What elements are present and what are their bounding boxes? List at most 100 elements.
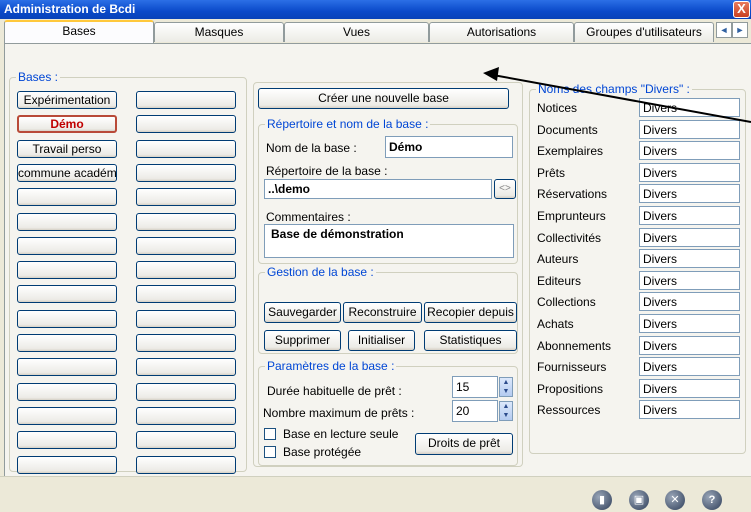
base-slot-left-13[interactable] [17, 382, 117, 401]
champ-input-14[interactable]: Divers [639, 378, 740, 398]
champ-input-11[interactable]: Divers [639, 314, 740, 333]
champ-label-14: Propositions [537, 381, 604, 396]
champs-divers-legend: Noms des champs "Divers" : [536, 82, 692, 96]
save-icon[interactable]: ▣ [629, 490, 649, 510]
duree-pret-spinner[interactable]: ▲ ▼ [499, 377, 513, 397]
book-icon[interactable]: ▮ [592, 490, 612, 510]
close-circle-icon[interactable]: ✕ [665, 490, 685, 510]
tab-masques[interactable]: Masques [154, 22, 284, 42]
tab-scroll-right-icon[interactable]: ► [732, 22, 748, 38]
help-icon[interactable]: ? [702, 490, 722, 510]
protegee-checkbox[interactable] [264, 446, 276, 458]
champ-input-3[interactable]: Divers [639, 141, 740, 161]
champ-label-2: Documents [537, 122, 598, 137]
base-slot-left-7[interactable] [17, 236, 117, 255]
browse-repertoire-button[interactable]: <> [494, 179, 516, 199]
droits-pret-button[interactable]: Droits de prêt [415, 433, 513, 455]
champ-input-8[interactable]: Divers [639, 249, 740, 269]
base-slot-right-4[interactable] [136, 163, 236, 182]
base-slot-right-10[interactable] [136, 309, 236, 328]
base-slot-right-6[interactable] [136, 212, 236, 231]
base-slot-right-8[interactable] [136, 261, 236, 280]
duree-pret-label: Durée habituelle de prêt : [267, 384, 402, 398]
recopier-depuis-button[interactable]: Recopier depuis [424, 302, 517, 323]
base-slot-right-16[interactable] [136, 455, 236, 474]
repertoire-legend: Répertoire et nom de la base : [265, 117, 431, 131]
champ-label-8: Auteurs [537, 252, 579, 267]
champ-input-9[interactable]: Divers [639, 270, 740, 290]
base-slot-left-6[interactable] [17, 212, 117, 231]
base-slot-left-2[interactable]: Démo [17, 115, 117, 134]
initialiser-button[interactable]: Initialiser [348, 330, 415, 351]
champ-label-1: Notices [537, 101, 578, 115]
base-slot-right-9[interactable] [136, 285, 236, 304]
parametres-legend: Paramètres de la base : [265, 359, 397, 373]
base-slot-right-15[interactable] [136, 431, 236, 450]
base-slot-right-2[interactable] [136, 115, 236, 134]
champ-input-5[interactable]: Divers [639, 184, 740, 204]
tab-vues[interactable]: Vues [284, 22, 429, 42]
champ-input-4[interactable]: Divers [639, 162, 740, 182]
champ-label-3: Exemplaires [537, 144, 604, 159]
base-slot-left-15[interactable] [17, 431, 117, 450]
tab-scroll-left-icon[interactable]: ◄ [716, 22, 732, 38]
base-slot-left-5[interactable] [17, 188, 117, 207]
base-slot-left-9[interactable] [17, 285, 117, 304]
commentaires-textarea[interactable]: Base de démonstration [264, 224, 514, 258]
repertoire-base-input[interactable]: ..\demo [264, 179, 492, 199]
champ-input-2[interactable]: Divers [639, 119, 740, 139]
base-slot-right-7[interactable] [136, 236, 236, 255]
base-slot-left-10[interactable] [17, 309, 117, 328]
reconstruire-button[interactable]: Reconstruire [343, 302, 422, 323]
champ-input-10[interactable]: Divers [639, 292, 740, 312]
champ-input-7[interactable]: Divers [639, 227, 740, 247]
close-window-button[interactable]: X [733, 1, 750, 18]
champ-input-15[interactable]: Divers [639, 400, 740, 420]
sauvegarder-button[interactable]: Sauvegarder [264, 302, 341, 323]
champ-label-6: Emprunteurs [537, 209, 606, 223]
base-slot-right-12[interactable] [136, 358, 236, 377]
tab-autorisations[interactable]: Autorisations [429, 22, 574, 42]
tab-bases[interactable]: Bases [4, 20, 154, 43]
statusbar: ▮ ▣ ✕? [0, 476, 751, 512]
champ-input-1[interactable]: Divers [639, 98, 740, 117]
base-slot-left-1[interactable]: Expérimentation [17, 91, 117, 109]
tab-content-bases: Bases : Créer une nouvelle base Répertoi… [4, 43, 751, 476]
supprimer-button[interactable]: Supprimer [264, 330, 341, 351]
nombre-max-prets-spinner[interactable]: ▲ ▼ [499, 401, 513, 421]
base-slot-right-1[interactable] [136, 91, 236, 109]
base-slot-left-12[interactable] [17, 358, 117, 377]
duree-pret-input[interactable]: 15 [452, 376, 498, 398]
base-slot-left-16[interactable] [17, 455, 117, 474]
champ-label-7: Collectivités [537, 230, 602, 245]
champ-input-12[interactable]: Divers [639, 335, 740, 355]
base-slot-left-11[interactable] [17, 334, 117, 352]
base-slot-right-5[interactable] [136, 188, 236, 207]
champ-label-12: Abonnements [537, 338, 612, 353]
nombre-max-prets-input[interactable]: 20 [452, 400, 498, 422]
window-title: Administration de Bcdi [4, 2, 136, 16]
champ-label-4: Prêts [537, 165, 566, 180]
champ-label-15: Ressources [537, 403, 601, 418]
base-slot-right-14[interactable] [136, 406, 236, 425]
base-slot-right-11[interactable] [136, 334, 236, 352]
champ-input-13[interactable]: Divers [639, 357, 740, 377]
lecture-seule-checkbox[interactable] [264, 428, 276, 440]
commentaires-label: Commentaires : [266, 210, 351, 224]
nom-base-input[interactable]: Démo [385, 136, 513, 158]
statistiques-button[interactable]: Statistiques [424, 330, 517, 351]
champ-label-11: Achats [537, 317, 574, 331]
nombre-max-prets-label: Nombre maximum de prêts : [263, 406, 415, 420]
repertoire-base-label: Répertoire de la base : [266, 164, 388, 178]
bases-legend: Bases : [16, 70, 61, 84]
champ-label-10: Collections [537, 295, 596, 310]
base-slot-right-3[interactable] [136, 139, 236, 158]
base-slot-left-14[interactable] [17, 406, 117, 425]
base-slot-right-13[interactable] [136, 382, 236, 401]
base-slot-left-4[interactable]: commune académ [17, 163, 117, 182]
tab-bar: Bases Masques Vues Autorisations Groupes… [4, 20, 751, 43]
champ-input-6[interactable]: Divers [639, 206, 740, 225]
base-slot-left-3[interactable]: Travail perso [17, 139, 117, 158]
base-slot-left-8[interactable] [17, 261, 117, 280]
tab-groupes-utilisateurs[interactable]: Groupes d'utilisateurs [574, 22, 714, 42]
